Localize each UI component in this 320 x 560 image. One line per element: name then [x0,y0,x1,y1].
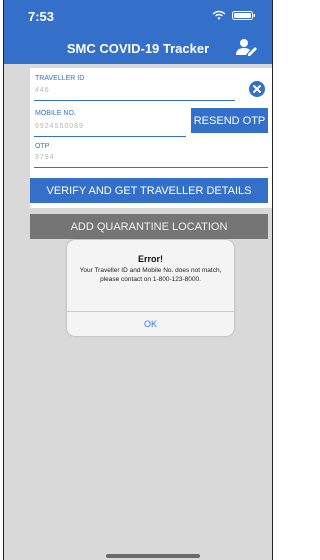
mobile-no-underline [34,136,186,137]
verify-traveller-button[interactable]: VERIFY AND GET TRAVELLER DETAILS [30,178,268,203]
app-screen: 7:53 SMC COVID-19 Tracker TRAVELLER ID 4… [3,0,273,560]
clear-circle-icon[interactable] [248,80,266,98]
app-header: 7:53 SMC COVID-19 Tracker [4,0,272,64]
traveller-id-label: TRAVELLER ID [35,75,85,82]
alert-message: Your Traveller ID and Mobile No. does no… [79,267,222,283]
home-indicator[interactable] [106,554,200,558]
battery-icon [232,11,255,20]
otp-label: OTP [35,143,50,150]
app-title: SMC COVID-19 Tracker [66,41,210,56]
alert-title: Error! [137,254,163,264]
status-icons [212,10,258,20]
user-edit-icon[interactable] [236,38,258,56]
traveller-id-underline [34,100,235,101]
resend-otp-button[interactable]: RESEND OTP [191,108,268,133]
add-quarantine-location-button[interactable]: ADD QUARANTINE LOCATION [30,214,268,239]
otp-field[interactable]: 9794 [35,154,55,161]
mobile-no-label: MOBILE NO. [35,110,76,117]
traveller-id-field[interactable]: 446 [35,87,50,94]
status-time: 7:53 [28,9,55,24]
alert-ok-button[interactable]: OK [67,312,234,336]
mobile-no-field[interactable]: 9924550089 [35,123,84,130]
error-alert: Error! Your Traveller ID and Mobile No. … [67,240,234,336]
otp-underline [34,167,268,168]
wifi-icon [212,10,226,20]
